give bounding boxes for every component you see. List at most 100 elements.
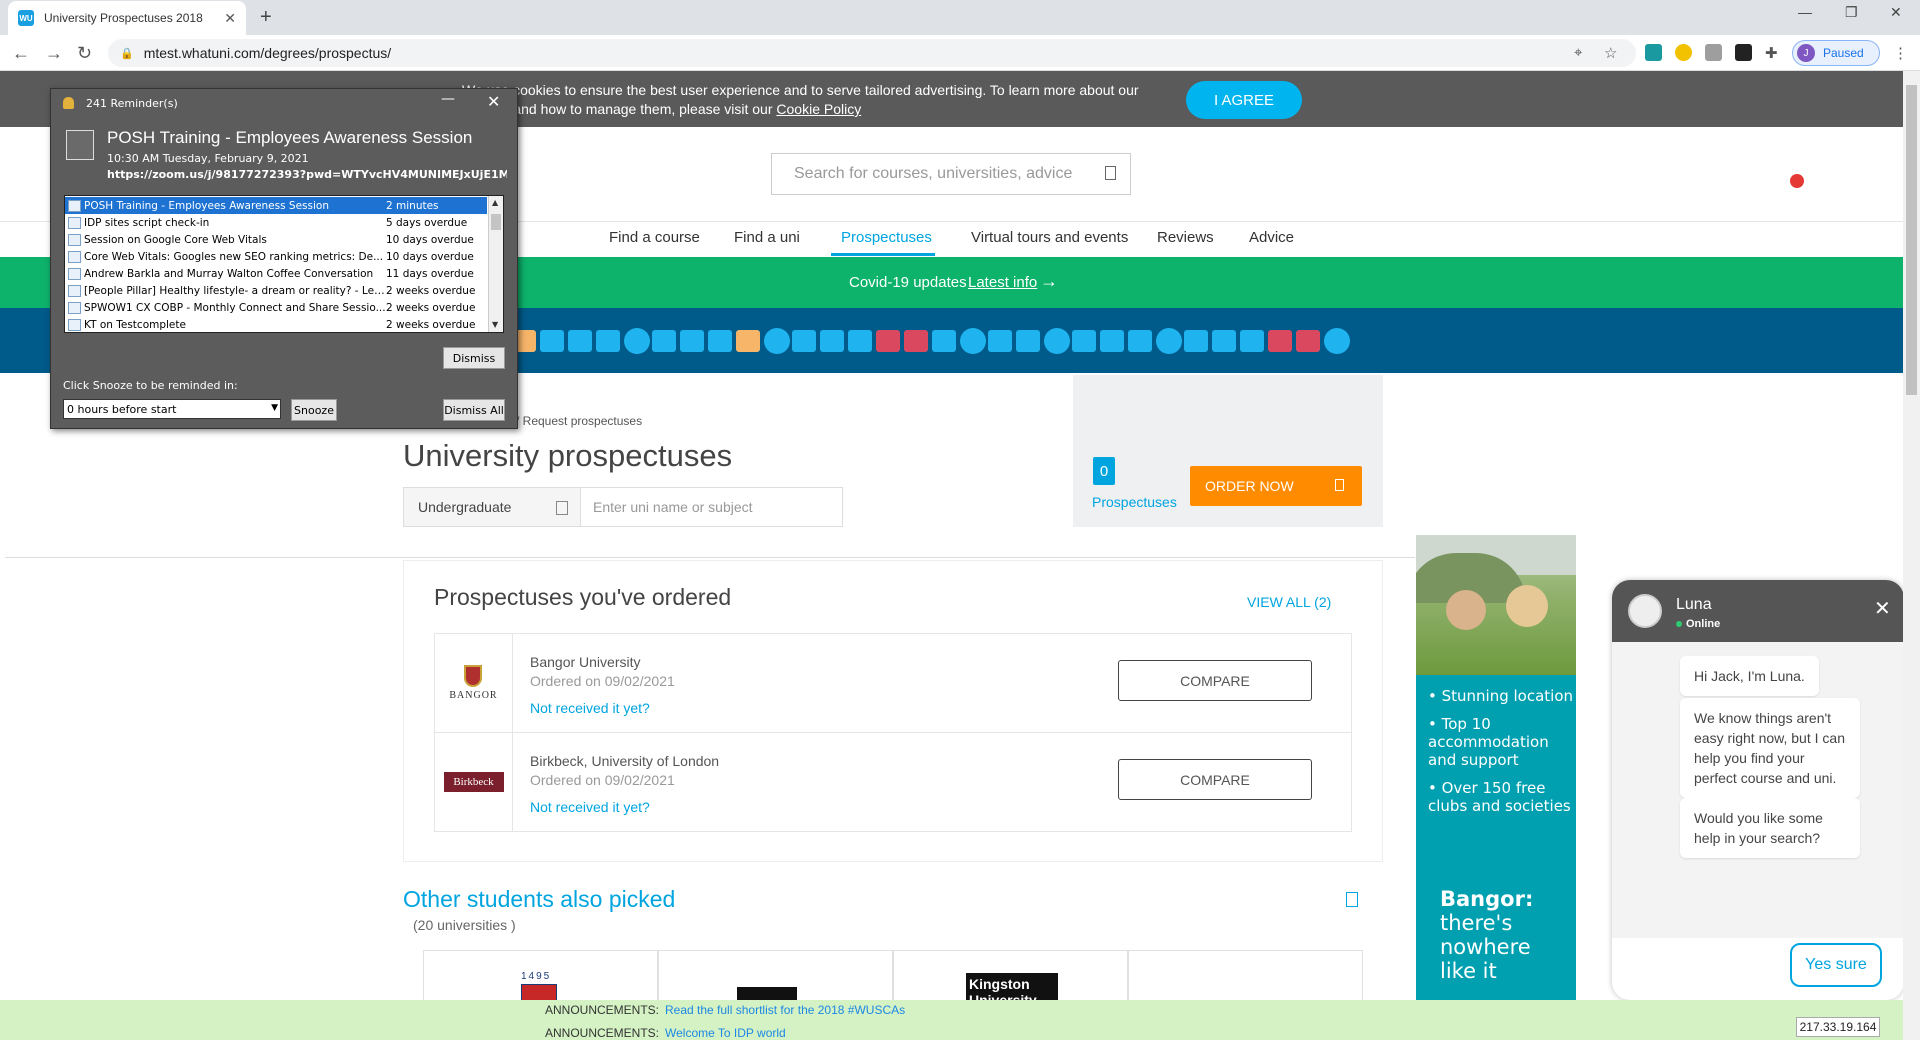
yes-sure-button[interactable]: Yes sure: [1790, 943, 1882, 987]
cookie-text: We use cookies to ensure the best user e…: [462, 82, 1139, 117]
profile-button[interactable]: J Paused: [1792, 40, 1880, 66]
nav-virtual-tours[interactable]: Virtual tours and events: [971, 229, 1128, 246]
university-card[interactable]: [1128, 950, 1363, 1002]
reminder-list[interactable]: POSH Training - Employees Awareness Sess…: [64, 195, 504, 333]
order-now-button[interactable]: ORDER NOW: [1190, 466, 1362, 506]
list-scrollbar[interactable]: ▲ ▼: [488, 196, 503, 332]
appointment-icon: [68, 318, 81, 331]
address-bar[interactable]: 🔒 mtest.whatuni.com/degrees/prospectus/: [108, 39, 1636, 67]
reminder-item[interactable]: Session on Google Core Web Vitals 10 days…: [65, 231, 487, 248]
extension-icon[interactable]: [1645, 44, 1662, 61]
snooze-select[interactable]: 0 hours before start ▼: [63, 399, 281, 419]
minimize-window-icon[interactable]: —: [1798, 4, 1812, 20]
study-level-select[interactable]: Undergraduate: [403, 487, 581, 527]
dismiss-all-button[interactable]: Dismiss All: [443, 399, 505, 421]
close-window-icon[interactable]: ✕: [1890, 4, 1902, 21]
order-date: Ordered on 09/02/2021: [530, 772, 675, 788]
extension-icon[interactable]: [1705, 44, 1722, 61]
scroll-down-icon[interactable]: ▼: [492, 320, 498, 329]
carousel-toggle-icon[interactable]: [1346, 892, 1358, 907]
reminder-dialog: 241 Reminder(s) — ✕ POSH Training - Empl…: [50, 88, 518, 429]
decorative-dot: [708, 330, 732, 352]
university-card[interactable]: Kingston University: [893, 950, 1128, 1003]
announcement-link[interactable]: Welcome To IDP world: [665, 1026, 786, 1040]
list-item: • Stunning location: [1428, 687, 1574, 705]
nav-advice[interactable]: Advice: [1249, 229, 1294, 246]
nav-find-a-course[interactable]: Find a course: [609, 229, 700, 246]
restore-window-icon[interactable]: ❐: [1845, 4, 1858, 21]
decorative-dot: [1128, 330, 1152, 352]
university-card[interactable]: [658, 950, 893, 1003]
reminder-item[interactable]: KT on Testcomplete 2 weeks overdue: [65, 316, 487, 332]
reminder-item[interactable]: POSH Training - Employees Awareness Sess…: [65, 197, 487, 214]
reminder-item[interactable]: Core Web Vitals: Googles new SEO ranking…: [65, 248, 487, 265]
agree-button[interactable]: I AGREE: [1186, 81, 1302, 119]
view-all-link[interactable]: VIEW ALL (2): [1247, 594, 1331, 610]
extensions-puzzle-icon[interactable]: ✚: [1765, 44, 1778, 62]
university-name: Bangor University: [530, 654, 641, 670]
location-icon[interactable]: ⌖: [1574, 44, 1582, 61]
search-icon[interactable]: [1105, 166, 1116, 180]
bell-icon: [63, 97, 74, 109]
announcement-link[interactable]: Read the full shortlist for the 2018 #WU…: [665, 1003, 905, 1017]
site-search-input[interactable]: Search for courses, universities, advice: [771, 153, 1131, 195]
chat-widget: Luna Online ✕ Hi Jack, I'm Luna. We know…: [1612, 580, 1904, 1000]
new-tab-icon[interactable]: +: [260, 6, 272, 29]
decorative-dot: [820, 330, 844, 352]
appointment-icon: [68, 301, 81, 314]
decorative-dot: [904, 330, 928, 352]
meeting-link[interactable]: https://zoom.us/j/98177272393?pwd=WTYvcH…: [107, 168, 507, 181]
close-chat-icon[interactable]: ✕: [1874, 596, 1891, 621]
reminder-item[interactable]: IDP sites script check-in 5 days overdue: [65, 214, 487, 231]
bangor-advert[interactable]: • Stunning location • Top 10 accommodati…: [1416, 535, 1576, 1000]
reminder-item[interactable]: Andrew Barkla and Murray Walton Coffee C…: [65, 265, 487, 282]
compare-button[interactable]: COMPARE: [1118, 660, 1312, 701]
dismiss-button[interactable]: Dismiss: [443, 347, 505, 369]
prospectuses-link[interactable]: Prospectuses: [1092, 494, 1177, 510]
arrow-right-icon: →: [1040, 271, 1058, 291]
reminder-item[interactable]: [People Pillar] Healthy lifestyle- a dre…: [65, 282, 487, 299]
advert-photo: [1416, 535, 1576, 675]
ip-address: 217.33.19.164: [1796, 1017, 1880, 1037]
nav-prospectuses[interactable]: Prospectuses: [841, 229, 932, 246]
decorative-dot: [764, 328, 790, 354]
cookie-policy-link[interactable]: Cookie Policy: [776, 101, 861, 117]
decorative-dot: [1296, 330, 1320, 352]
extension-icon[interactable]: [1675, 44, 1692, 61]
appointment-icon: [68, 250, 81, 263]
appointment-icon: [68, 233, 81, 246]
browser-tab[interactable]: WU University Prospectuses 2018 ✕: [8, 1, 246, 35]
snooze-button[interactable]: Snooze: [291, 399, 337, 421]
scrollbar-thumb[interactable]: [1906, 85, 1917, 395]
close-icon[interactable]: ✕: [487, 92, 500, 111]
reload-icon[interactable]: ↻: [77, 43, 92, 64]
forward-icon[interactable]: →: [45, 43, 63, 64]
minimize-icon[interactable]: —: [441, 91, 455, 107]
prospectus-count-badge: 0: [1093, 457, 1115, 485]
not-received-link[interactable]: Not received it yet?: [530, 700, 650, 716]
university-card[interactable]: 1495: [423, 950, 658, 1004]
covid-latest-info-link[interactable]: Latest info: [968, 274, 1037, 291]
close-tab-icon[interactable]: ✕: [224, 10, 236, 27]
not-received-link[interactable]: Not received it yet?: [530, 799, 650, 815]
snooze-label: Click Snooze to be reminded in:: [63, 379, 238, 392]
menu-kebab-icon[interactable]: ⋮: [1893, 44, 1908, 62]
nav-find-a-uni[interactable]: Find a uni: [734, 229, 800, 246]
compare-button[interactable]: COMPARE: [1118, 759, 1312, 800]
university-name: Birkbeck, University of London: [530, 753, 720, 769]
scroll-up-icon[interactable]: ▲: [492, 198, 498, 207]
nav-reviews[interactable]: Reviews: [1157, 229, 1214, 246]
decorative-dot: [1100, 330, 1124, 352]
uni-search-input[interactable]: Enter uni name or subject: [581, 487, 843, 527]
back-icon[interactable]: ←: [12, 43, 30, 64]
active-nav-indicator: [831, 253, 935, 256]
page-title: University prospectuses: [403, 438, 733, 473]
list-item: Birkbeck Birkbeck, University of London …: [434, 732, 1352, 832]
reminder-item[interactable]: SPWOW1 CX COBP - Monthly Connect and Sha…: [65, 299, 487, 316]
bookmark-star-icon[interactable]: ☆: [1604, 44, 1617, 62]
extension-icon[interactable]: [1735, 44, 1752, 61]
appointment-icon: [68, 216, 81, 229]
reminder-subject: POSH Training - Employees Awareness Sess…: [107, 128, 473, 147]
kingston-logo: Kingston University: [966, 973, 1058, 1003]
announcement: ANNOUNCEMENTS: Read the full shortlist fo…: [545, 1003, 906, 1017]
